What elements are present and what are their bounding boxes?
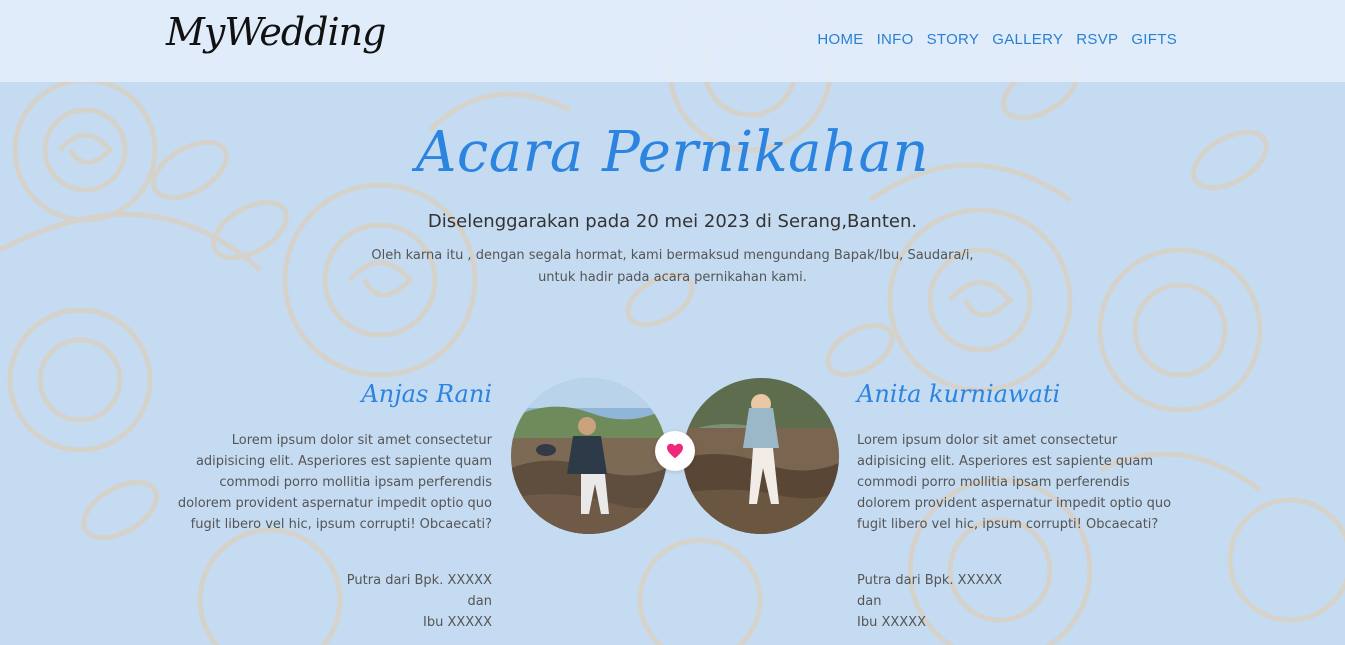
intro-line-1: Oleh karna itu , dengan segala hormat, k… [371, 248, 974, 263]
event-title: Acara Pernikahan [415, 120, 930, 185]
event-intro: Oleh karna itu , dengan segala hormat, k… [0, 245, 1345, 289]
nav-home[interactable]: HOME [817, 31, 863, 48]
event-section: Acara Pernikahan Diselenggarakan pada 20… [0, 0, 1345, 645]
bride-parents-line-3: Ibu XXXXX [857, 615, 926, 630]
brand-logo[interactable]: MyWedding [166, 10, 386, 54]
groom-bio: Lorem ipsum dolor sit amet consectetur a… [177, 433, 492, 532]
groom-parents-line-1: Putra dari Bpk. XXXXX [346, 573, 492, 588]
event-subtitle: Diselenggarakan pada 20 mei 2023 di Sera… [427, 211, 918, 232]
navbar: MyWedding HOME INFO STORY GALLERY RSVP G… [0, 0, 1345, 82]
groom-photo [511, 378, 667, 534]
bride-bio: Lorem ipsum dolor sit amet consectetur a… [857, 433, 1172, 532]
groom-parents: Putra dari Bpk. XXXXX dan Ibu XXXXX [292, 570, 492, 633]
nav-rsvp[interactable]: RSVP [1076, 31, 1118, 48]
bride-parents: Putra dari Bpk. XXXXX dan Ibu XXXXX [857, 570, 1057, 633]
heart-badge [655, 431, 695, 471]
groom-name: Anjas Rani [361, 380, 492, 408]
bride-name: Anita kurniawati [857, 380, 1061, 408]
intro-line-2: untuk hadir pada acara pernikahan kami. [538, 270, 807, 285]
bride-parents-line-2: dan [857, 594, 882, 609]
bride-parents-line-1: Putra dari Bpk. XXXXX [857, 573, 1003, 588]
nav-info[interactable]: INFO [877, 31, 914, 48]
nav-gallery[interactable]: GALLERY [992, 31, 1063, 48]
nav-menu: HOME INFO STORY GALLERY RSVP GIFTS [817, 31, 1177, 48]
groom-parents-line-3: Ibu XXXXX [423, 615, 492, 630]
nav-gifts[interactable]: GIFTS [1131, 31, 1177, 48]
nav-story[interactable]: STORY [927, 31, 980, 48]
heart-icon [667, 443, 683, 459]
groom-parents-line-2: dan [467, 594, 492, 609]
bride-photo [683, 378, 839, 534]
